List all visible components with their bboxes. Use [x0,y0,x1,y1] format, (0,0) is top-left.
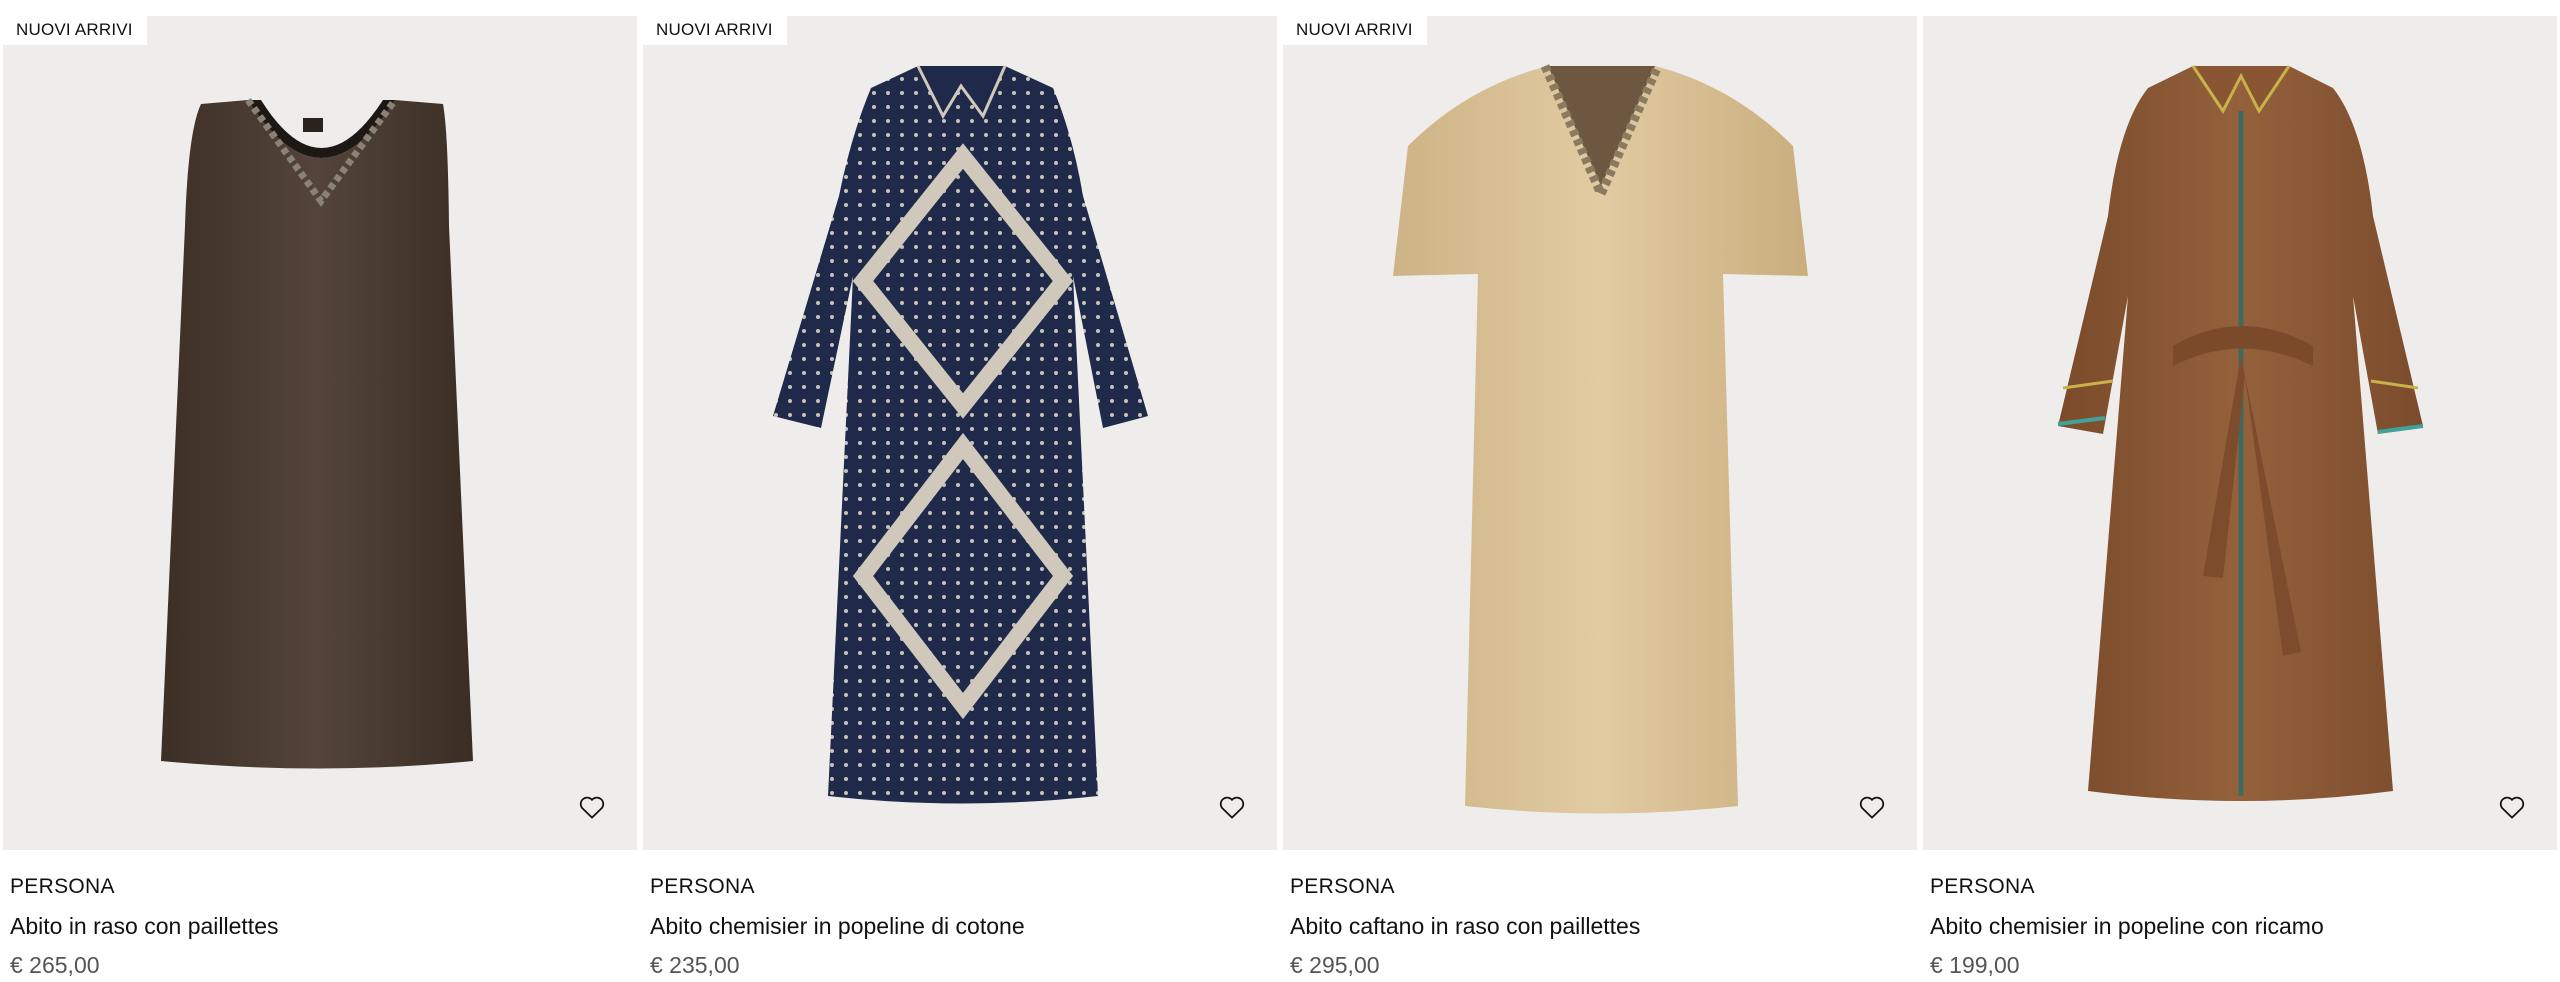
product-brand: PERSONA [650,875,755,898]
product-image[interactable]: NUOVI ARRIVI [3,16,637,850]
product-price: € 265,00 [10,952,100,978]
heart-outline-icon[interactable] [1217,792,1247,822]
product-grid: NUOVI ARRIVI PERSONA Abito in raso con p… [0,0,2560,982]
product-brand: PERSONA [1290,875,1395,898]
product-info: PERSONA Abito chemisier in popeline con … [1923,874,2557,979]
product-info: PERSONA Abito in raso con paillettes € 2… [3,874,637,979]
product-title[interactable]: Abito in raso con paillettes [10,912,637,940]
heart-outline-icon[interactable] [1857,792,1887,822]
product-card[interactable]: NUOVI ARRIVI PERSONA Abito caftano in ra… [1283,16,1917,979]
product-card[interactable]: NUOVI ARRIVI PERSONA Abito in raso con p… [3,16,637,979]
product-brand: PERSONA [1930,875,2035,898]
product-title[interactable]: Abito chemisier in popeline con ricamo [1930,912,2557,940]
new-arrival-badge: NUOVI ARRIVI [1283,16,1427,45]
product-brand: PERSONA [10,875,115,898]
product-info: PERSONA Abito caftano in raso con paille… [1283,874,1917,979]
product-price: € 199,00 [1930,952,2020,978]
product-image[interactable]: NUOVI ARRIVI [643,16,1277,850]
dress-image [2057,65,2424,801]
new-arrival-badge: NUOVI ARRIVI [643,16,787,45]
new-arrival-badge: NUOVI ARRIVI [3,16,147,45]
dress-image [1393,64,1808,814]
heart-outline-icon[interactable] [577,792,607,822]
dress-image [161,97,473,769]
product-price: € 295,00 [1290,952,1380,978]
product-image[interactable] [1923,16,2557,850]
product-info: PERSONA Abito chemisier in popeline di c… [643,874,1277,979]
product-title[interactable]: Abito caftano in raso con paillettes [1290,912,1917,940]
product-title[interactable]: Abito chemisier in popeline di cotone [650,912,1277,940]
product-image[interactable]: NUOVI ARRIVI [1283,16,1917,850]
product-card[interactable]: PERSONA Abito chemisier in popeline con … [1923,16,2557,979]
product-card[interactable]: NUOVI ARRIVI PERSONA Abito chemisier in … [643,16,1277,979]
dress-image [773,65,1148,804]
product-price: € 235,00 [650,952,740,978]
heart-outline-icon[interactable] [2497,792,2527,822]
